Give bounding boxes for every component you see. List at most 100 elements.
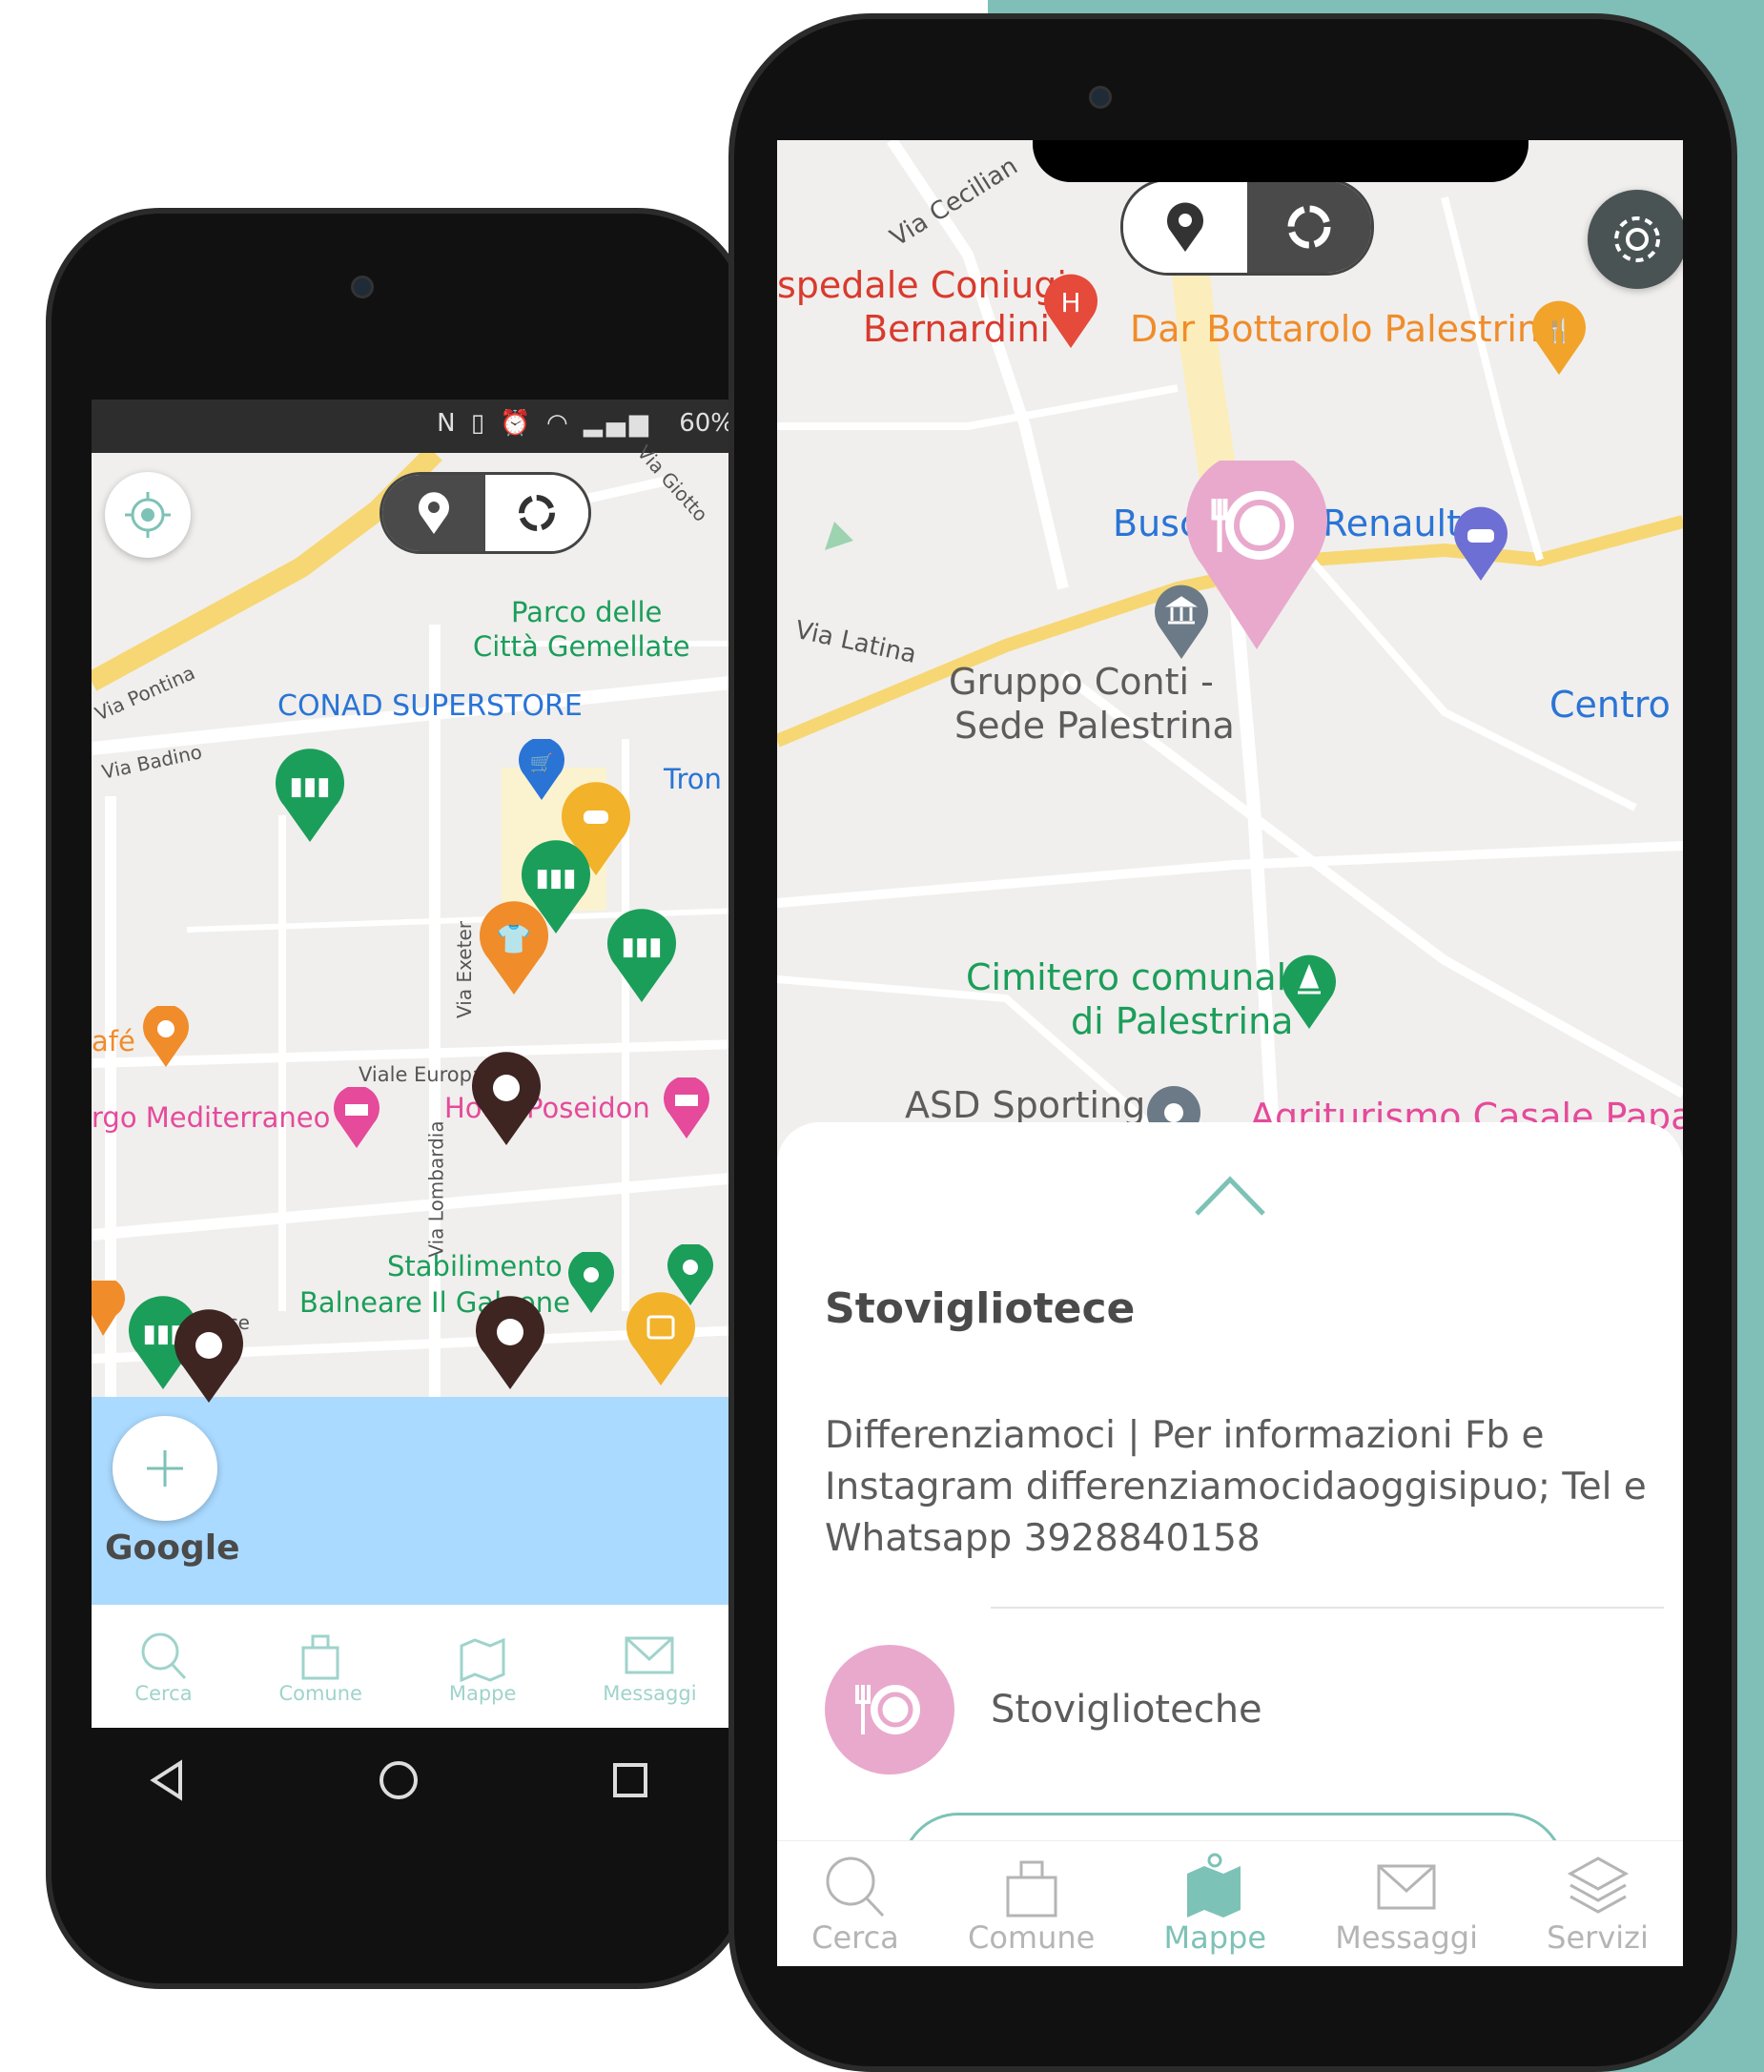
home-icon[interactable]	[378, 1759, 420, 1801]
tab-cerca[interactable]: Cerca	[811, 1853, 899, 1956]
svg-text:H: H	[1060, 287, 1080, 318]
map-mode-toggle[interactable]	[379, 472, 591, 554]
mail-icon	[625, 1636, 674, 1673]
pins-mode-button[interactable]	[1123, 181, 1247, 273]
map-label: Via Exeter	[452, 921, 476, 1018]
locate-me-button[interactable]	[105, 472, 191, 558]
tab-label: Mappe	[448, 1681, 517, 1705]
building-icon	[1006, 1860, 1057, 1918]
map-label: Viale Europa	[359, 1063, 484, 1086]
green-pin[interactable]: ▮▮▮	[273, 749, 347, 844]
alarm-icon: ⏰	[500, 409, 535, 438]
tab-label: Messaggi	[603, 1681, 697, 1705]
category-label: Stoviglioteche	[991, 1688, 1262, 1732]
search-icon	[141, 1632, 186, 1679]
place-title: Stovigliotece	[825, 1284, 1136, 1333]
pink-hotel-pin[interactable]	[332, 1087, 381, 1150]
tab-mappe[interactable]: Mappe	[448, 1629, 517, 1705]
map-label: Tron	[664, 763, 722, 795]
green-pin[interactable]: ▮▮▮	[605, 909, 679, 1004]
wifi-icon: ◠	[546, 409, 572, 438]
tab-label: Mappe	[1163, 1919, 1267, 1956]
hospital-pin[interactable]: H	[1042, 274, 1099, 350]
routes-mode-button[interactable]	[1247, 181, 1371, 273]
map-label: rgo Mediterraneo	[92, 1101, 331, 1134]
search-icon	[826, 1857, 885, 1918]
location-pin-icon	[419, 492, 449, 534]
right-phone: Via Cecilian spedale Coniugi Bernardini …	[728, 13, 1737, 2072]
map-view[interactable]: Via Cecilian spedale Coniugi Bernardini …	[777, 140, 1683, 1139]
divider	[991, 1607, 1664, 1609]
bottom-tab-bar: Cerca Comune Mappe Messaggi	[92, 1605, 740, 1728]
stovigliotece-pin[interactable]	[1185, 461, 1328, 651]
layers-icon	[1567, 1857, 1629, 1914]
orange-cafe-pin[interactable]	[141, 1006, 191, 1069]
map-label: Cimitero comunale	[966, 956, 1309, 998]
brown-pin[interactable]	[172, 1309, 246, 1405]
map-label: Parco delle	[511, 596, 663, 628]
svg-text:▮▮▮: ▮▮▮	[536, 864, 577, 892]
map-label: ASD Sporting	[905, 1084, 1146, 1126]
map-label: Gruppo Conti -	[949, 661, 1214, 703]
pins-mode-button[interactable]	[382, 475, 485, 551]
tab-mappe[interactable]: Mappe	[1163, 1853, 1267, 1956]
signal-icon: ▂▄▆	[584, 409, 652, 438]
dish-recycle-icon	[855, 1685, 920, 1734]
left-phone-screen: N ▯ ⏰ ◠ ▂▄▆ 60% Via Pontina Via Giotto P…	[92, 400, 740, 1728]
brown-pin[interactable]	[469, 1052, 544, 1147]
green-beach-pin[interactable]	[566, 1252, 616, 1315]
map-view[interactable]: Via Pontina Via Giotto Parco delle Città…	[92, 441, 740, 1605]
orange-clothes-pin[interactable]: 👕	[477, 901, 551, 996]
back-icon[interactable]	[148, 1759, 186, 1801]
settings-button[interactable]	[1588, 190, 1683, 289]
place-description: Differenziamoci | Per informazioni Fb e …	[825, 1414, 1647, 1560]
recents-icon[interactable]	[611, 1761, 649, 1799]
brown-pin[interactable]	[473, 1296, 547, 1391]
tab-messaggi[interactable]: Messaggi	[1335, 1853, 1478, 1956]
map-label: Renault	[1323, 503, 1461, 544]
map-label: Città Gemellate	[473, 630, 690, 663]
svg-text:🛒: 🛒	[530, 751, 554, 774]
tab-messaggi[interactable]: Messaggi	[603, 1629, 697, 1705]
category-icon	[825, 1645, 954, 1775]
phone-notch	[1033, 140, 1528, 182]
map-mode-toggle[interactable]	[1120, 178, 1374, 276]
place-detail-sheet[interactable]: Stovigliotece Differenziamoci | Per info…	[777, 1122, 1683, 1901]
cemetery-pin[interactable]	[1281, 954, 1338, 1031]
map-label: Stabilimento	[387, 1250, 563, 1282]
gear-icon	[1614, 216, 1660, 262]
tab-comune[interactable]: Comune	[278, 1629, 362, 1705]
locate-icon	[125, 492, 171, 538]
routes-mode-button[interactable]	[485, 475, 588, 551]
bottom-tab-bar: Cerca Comune Mappe Messaggi Servizi	[777, 1840, 1683, 1966]
map-label: CONAD SUPERSTORE	[277, 689, 583, 723]
map-label: Via Lombardia	[424, 1120, 448, 1258]
add-button[interactable]	[113, 1416, 217, 1521]
map-label: Centro c	[1549, 684, 1683, 726]
pink-hotel-pin[interactable]	[662, 1077, 711, 1140]
tab-servizi[interactable]: Servizi	[1547, 1853, 1649, 1956]
restaurant-pin[interactable]: 🍴	[1530, 300, 1588, 377]
chevron-up-icon[interactable]	[1193, 1174, 1267, 1218]
tab-cerca[interactable]: Cerca	[134, 1629, 193, 1705]
yellow-recycle-pin[interactable]	[624, 1292, 698, 1387]
left-phone: N ▯ ⏰ ◠ ▂▄▆ 60% Via Pontina Via Giotto P…	[46, 208, 751, 1989]
map-label: Bernardini	[863, 308, 1051, 350]
car-dealer-pin[interactable]	[1452, 506, 1509, 583]
map-label: Dar Bottarolo Palestrina	[1130, 308, 1563, 350]
tab-label: Servizi	[1547, 1919, 1649, 1956]
svg-text:🍴: 🍴	[1545, 318, 1573, 344]
tab-label: Comune	[967, 1919, 1096, 1956]
map-label: di Palestrina	[1071, 1000, 1294, 1042]
nfc-icon: N	[437, 409, 460, 438]
svg-text:▮▮▮: ▮▮▮	[290, 772, 331, 801]
google-logo: Google	[105, 1528, 240, 1568]
orange-restaurant-pin[interactable]	[92, 1281, 130, 1338]
tab-comune[interactable]: Comune	[968, 1853, 1095, 1956]
front-camera	[1089, 86, 1112, 109]
svg-text:▮▮▮: ▮▮▮	[622, 933, 663, 961]
category-row[interactable]: Stoviglioteche	[825, 1645, 1664, 1775]
android-nav-bar	[51, 1728, 746, 1833]
tab-label: Cerca	[134, 1681, 193, 1705]
map-icon	[1187, 1853, 1241, 1918]
